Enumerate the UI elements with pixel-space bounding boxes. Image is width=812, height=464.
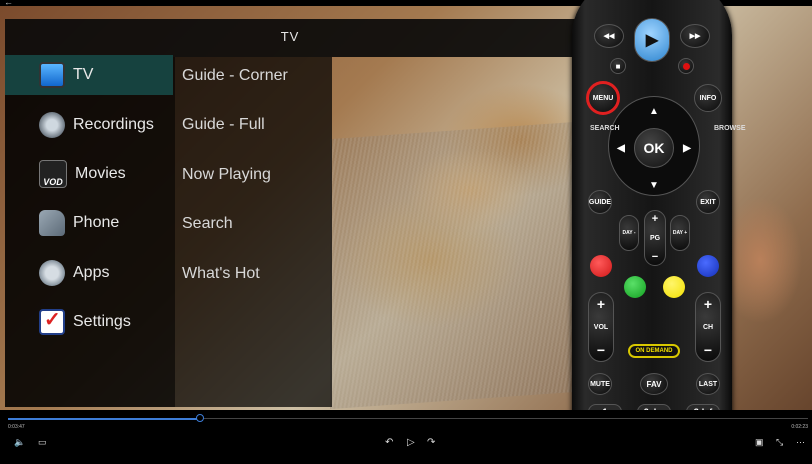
volume-rocker[interactable]: + VOL − <box>588 292 614 362</box>
day-plus-button[interactable]: DAY + <box>670 215 690 251</box>
left-arrow-icon[interactable]: ◀ <box>614 141 628 155</box>
right-arrow-icon[interactable]: ▶ <box>680 141 694 155</box>
remote-control-overlay: ◀◀ ▶▶ ▶ ■ MENU INFO SEARCH BROWSE ▲ ▼ ◀ … <box>572 0 746 464</box>
red-button[interactable] <box>590 255 612 277</box>
back-arrow-icon[interactable]: ← <box>4 0 13 7</box>
day-minus-button[interactable]: DAY - <box>619 215 639 251</box>
phone-icon <box>39 210 65 236</box>
search-side-label: SEARCH <box>590 125 620 132</box>
fav-button[interactable]: FAV <box>640 373 668 395</box>
page-label: PG <box>649 234 661 242</box>
menu-item-label: Phone <box>73 214 120 231</box>
menu-item-settings[interactable]: Settings <box>5 302 173 342</box>
menu-item-label: Settings <box>73 313 131 330</box>
menu-button[interactable]: MENU <box>586 81 620 115</box>
guide-button[interactable]: GUIDE <box>588 190 612 214</box>
channel-label: CH <box>702 323 714 331</box>
skip-back-icon[interactable]: ↶ <box>385 437 393 448</box>
submenu-item-whats-hot[interactable]: What's Hot <box>182 265 260 283</box>
on-demand-button[interactable]: ON DEMAND <box>628 344 680 358</box>
menu-item-recordings[interactable]: Recordings <box>5 105 173 145</box>
exit-button[interactable]: EXIT <box>696 190 720 214</box>
submenu-item-search[interactable]: Search <box>182 215 233 233</box>
menu-item-movies[interactable]: VOD Movies <box>5 154 173 194</box>
volume-icon[interactable]: 🔈 <box>14 437 25 448</box>
fast-forward-button[interactable]: ▶▶ <box>680 24 710 48</box>
volume-label: VOL <box>593 323 609 331</box>
page-title: TV <box>280 29 300 44</box>
rewind-button[interactable]: ◀◀ <box>594 24 624 48</box>
exit-fullscreen-icon[interactable]: ⤡ <box>776 437 783 448</box>
submenu-item-now-playing[interactable]: Now Playing <box>182 166 271 184</box>
menu-item-tv[interactable]: TV <box>5 55 173 95</box>
page-down-label: − <box>651 251 659 263</box>
channel-up-label: + <box>703 296 713 312</box>
submenu-item-guide-corner[interactable]: Guide - Corner <box>182 67 288 85</box>
volume-up-label: + <box>596 296 606 312</box>
tv-icon <box>39 62 65 88</box>
info-button[interactable]: INFO <box>694 84 722 112</box>
volume-down-label: − <box>596 342 606 358</box>
tv-app-screen: ← TV TV Recordings VOD Movies Phone Apps… <box>0 0 812 464</box>
record-icon <box>682 62 690 70</box>
ok-button[interactable]: OK <box>634 128 674 168</box>
channel-rocker[interactable]: + CH − <box>695 292 721 362</box>
progress-fill <box>8 418 200 420</box>
vod-icon-text: VOD <box>43 177 63 187</box>
stop-button[interactable]: ■ <box>610 58 626 74</box>
captions-icon[interactable]: ▭ <box>38 437 47 448</box>
menu-item-label: Apps <box>73 264 110 281</box>
recordings-icon <box>39 112 65 138</box>
elapsed-time: 0:03:47 <box>8 424 25 430</box>
picture-in-picture-icon[interactable]: ▣ <box>755 437 764 448</box>
mute-button[interactable]: MUTE <box>588 373 612 395</box>
menu-item-phone[interactable]: Phone <box>5 203 173 243</box>
up-arrow-icon[interactable]: ▲ <box>647 104 661 118</box>
menu-item-label: TV <box>73 66 94 83</box>
play-pause-button[interactable]: ▶ <box>634 18 670 62</box>
play-icon[interactable]: ▷ <box>407 437 415 448</box>
record-button[interactable] <box>678 58 694 74</box>
submenu-item-guide-full[interactable]: Guide - Full <box>182 116 265 134</box>
last-button[interactable]: LAST <box>696 373 720 395</box>
skip-forward-icon[interactable]: ↷ <box>427 437 435 448</box>
progress-scrubber[interactable] <box>196 414 204 422</box>
menu-item-label: Recordings <box>73 116 154 133</box>
more-options-icon[interactable]: ⋯ <box>796 437 805 448</box>
vod-movies-icon: VOD <box>39 160 67 188</box>
page-up-label: + <box>651 213 659 225</box>
title-bar: TV <box>5 19 575 57</box>
settings-icon <box>39 307 65 335</box>
menu-item-label: Movies <box>75 165 126 182</box>
channel-down-label: − <box>703 342 713 358</box>
down-arrow-icon[interactable]: ▼ <box>647 178 661 192</box>
blue-button[interactable] <box>697 255 719 277</box>
remaining-time: 0:02:23 <box>791 424 808 430</box>
video-tray-detail <box>330 120 590 410</box>
apps-icon <box>39 260 65 286</box>
play-icon: ▶ <box>645 32 659 49</box>
green-button[interactable] <box>624 276 646 298</box>
yellow-button[interactable] <box>663 276 685 298</box>
menu-item-apps[interactable]: Apps <box>5 253 173 293</box>
browse-side-label: BROWSE <box>714 125 746 132</box>
page-rocker[interactable]: + PG − <box>644 210 666 266</box>
